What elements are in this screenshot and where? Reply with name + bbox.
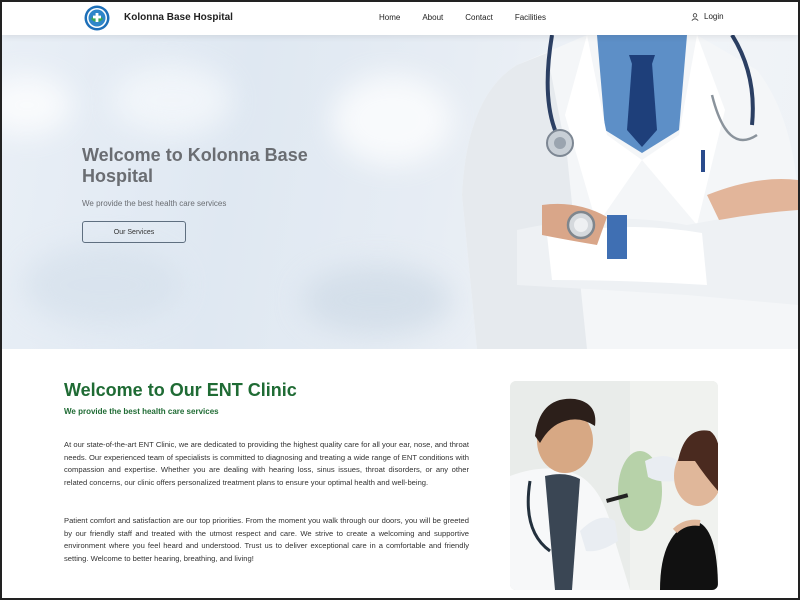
nav-link-contact[interactable]: Contact: [465, 13, 493, 22]
login-label: Login: [704, 12, 724, 21]
our-services-button[interactable]: Our Services: [82, 221, 186, 243]
navbar: Kolonna Base Hospital Home About Contact…: [2, 2, 798, 35]
ent-subtitle: We provide the best health care services: [64, 407, 219, 416]
page: Kolonna Base Hospital Home About Contact…: [0, 0, 800, 600]
nav-link-facilities[interactable]: Facilities: [515, 13, 546, 22]
nav-link-about[interactable]: About: [422, 13, 443, 22]
nav-menu: Home About Contact Facilities: [379, 13, 568, 22]
hero-banner: Welcome to Kolonna Base Hospital We prov…: [2, 35, 798, 349]
hero-title: Welcome to Kolonna Base Hospital: [82, 145, 308, 186]
ent-doctor-examining-patient-image: [510, 381, 718, 590]
nav-link-home[interactable]: Home: [379, 13, 400, 22]
hospital-logo-icon[interactable]: [84, 5, 110, 31]
ent-paragraph-2: Patient comfort and satisfaction are our…: [64, 516, 469, 563]
hero-subtitle: We provide the best health care services: [82, 199, 227, 208]
ent-paragraph-1: At our state-of-the-art ENT Clinic, we a…: [64, 440, 469, 487]
login-button[interactable]: Login: [691, 12, 724, 21]
brand-name[interactable]: Kolonna Base Hospital: [124, 12, 233, 23]
user-icon: [691, 12, 699, 21]
ent-title: Welcome to Our ENT Clinic: [64, 380, 297, 400]
doctor-hero-image: [462, 35, 798, 349]
